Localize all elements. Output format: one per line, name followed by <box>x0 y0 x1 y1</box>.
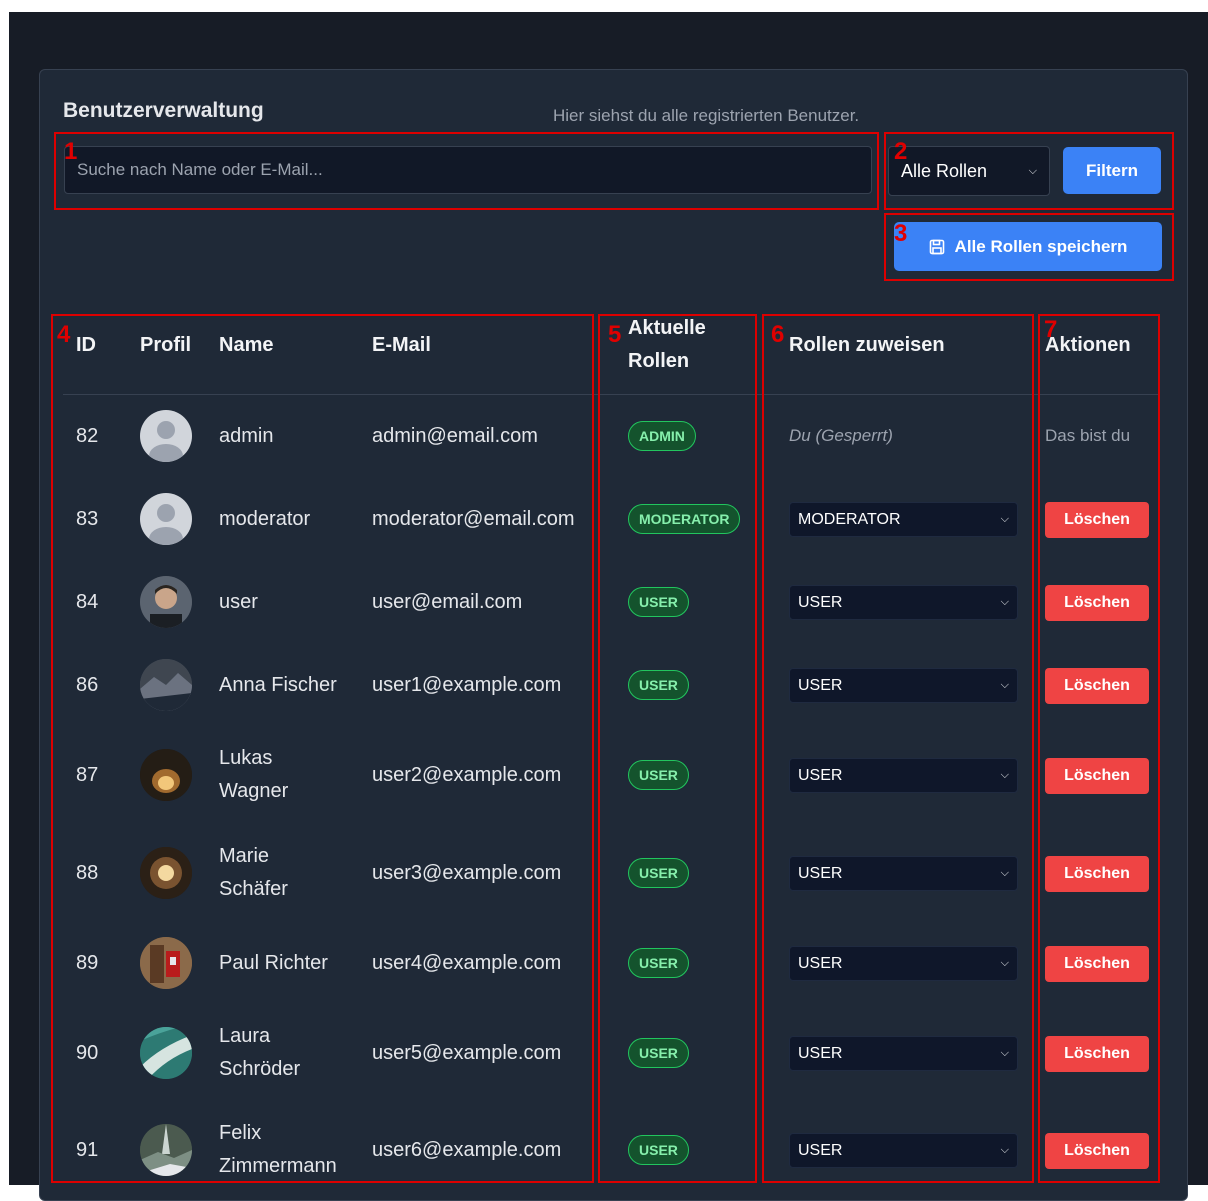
annotation-box-2 <box>884 132 1174 210</box>
annotation-label-7: 7 <box>1044 316 1058 343</box>
annotation-label-2: 2 <box>894 138 908 165</box>
annotation-box-3 <box>884 213 1174 281</box>
page-title: Benutzerverwaltung <box>63 99 264 122</box>
annotation-label-5: 5 <box>608 321 622 348</box>
annotation-box-6 <box>762 314 1034 1183</box>
annotation-label-3: 3 <box>894 220 908 247</box>
annotation-box-5 <box>598 314 757 1183</box>
annotation-box-7 <box>1038 314 1160 1183</box>
page-subtitle: Hier siehst du alle registrierten Benutz… <box>553 106 860 125</box>
annotation-box-1 <box>54 132 879 210</box>
annotation-label-6: 6 <box>771 321 785 348</box>
annotation-label-1: 1 <box>64 138 78 165</box>
annotation-box-4 <box>51 314 594 1183</box>
annotation-label-4: 4 <box>57 321 71 348</box>
